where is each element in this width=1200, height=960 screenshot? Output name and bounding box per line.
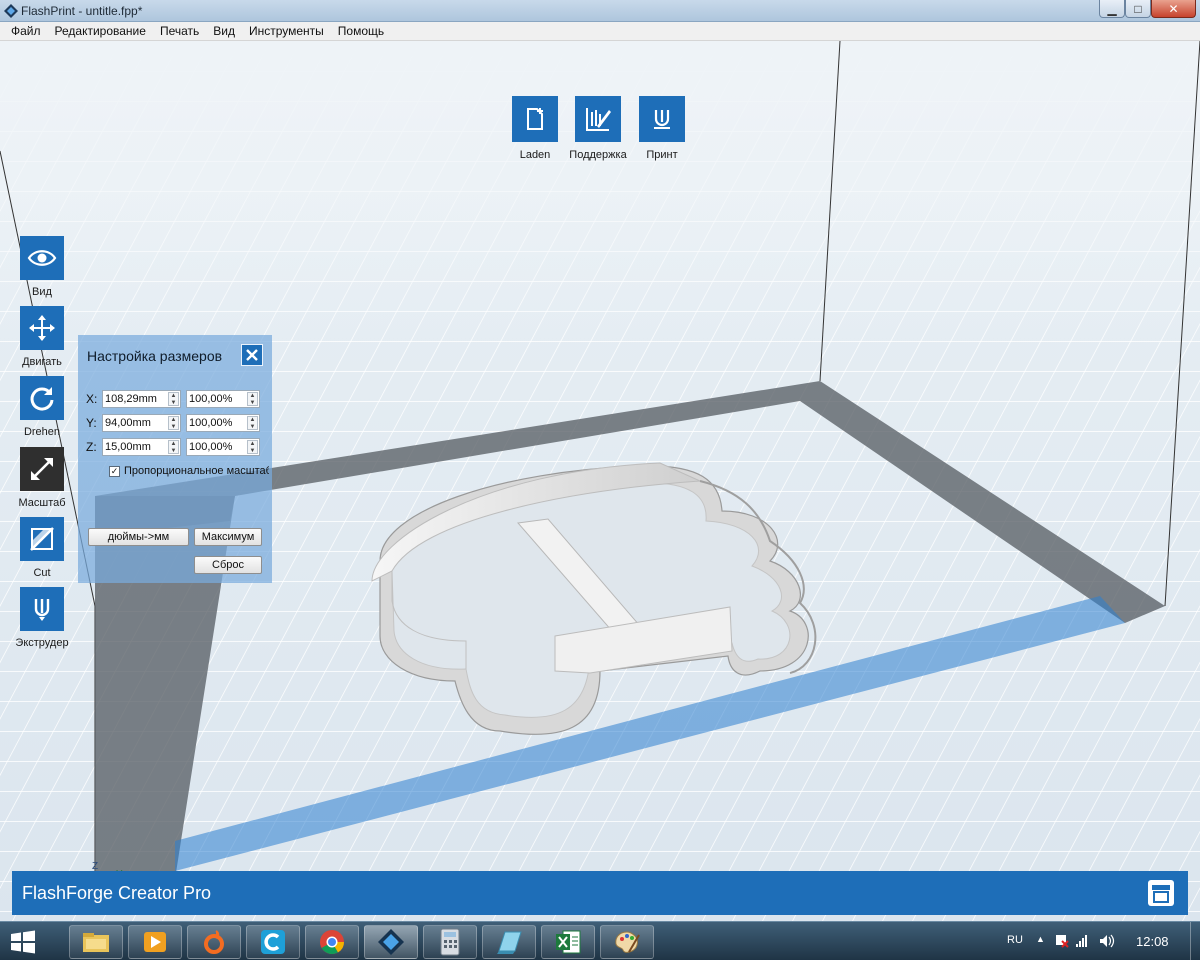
spinner-arrows-icon[interactable]: ▲ ▼ <box>168 440 179 454</box>
support-label: Поддержка <box>569 149 627 161</box>
size-x-input[interactable]: 108,29mm ▲ ▼ <box>102 390 181 408</box>
clock: 12:08 <box>1136 934 1169 949</box>
size-y-input[interactable]: 94,00mm ▲ ▼ <box>102 414 181 432</box>
axis-z-label: Z: <box>86 440 97 454</box>
support-button[interactable]: Поддержка <box>562 96 634 161</box>
paint-icon[interactable] <box>600 925 654 959</box>
3d-viewport[interactable]: Z Y X Laden Поддержка Принт Вид Двигать <box>0 41 1200 921</box>
spinner-arrows-icon[interactable]: ▲ ▼ <box>247 440 258 454</box>
scale-row-y: Y: 94,00mm ▲ ▼ 100,00% ▲ ▼ <box>86 414 266 432</box>
calculator-icon[interactable] <box>423 925 477 959</box>
support-icon <box>575 96 621 142</box>
percent-z-input[interactable]: 100,00% ▲ ▼ <box>186 438 260 456</box>
scale-tool-button[interactable]: Масштаб <box>14 447 70 509</box>
move-tool-button[interactable]: Двигать <box>14 306 70 368</box>
menu-file[interactable]: Файл <box>4 22 48 41</box>
scale-row-x: X: 108,29mm ▲ ▼ 100,00% ▲ ▼ <box>86 390 266 408</box>
proportional-label: Пропорциональное масштабирование <box>124 465 269 477</box>
volume-icon <box>1100 934 1115 948</box>
origin-icon[interactable] <box>187 925 241 959</box>
cut-tool-button[interactable]: Cut <box>14 517 70 579</box>
title-bar: FlashPrint - untitle.fpp* ▁ □ ✕ <box>0 0 1200 22</box>
printer-name: FlashForge Creator Pro <box>22 883 212 903</box>
view-tool-button[interactable]: Вид <box>14 236 70 298</box>
move-icon <box>20 306 64 350</box>
printer-icon[interactable] <box>1145 877 1177 909</box>
menu-tools[interactable]: Инструменты <box>242 22 331 41</box>
reset-button[interactable]: Сброс <box>194 556 262 574</box>
load-button[interactable]: Laden <box>499 96 571 161</box>
cut-tool-label: Cut <box>33 567 51 579</box>
notepad-icon[interactable] <box>482 925 536 959</box>
extruder-icon <box>20 587 64 631</box>
spinner-arrows-icon[interactable]: ▲ ▼ <box>168 416 179 430</box>
scale-panel-title: Настройка размеров <box>87 348 223 364</box>
print-button[interactable]: Принт <box>626 96 698 161</box>
maximum-button[interactable]: Максимум <box>194 528 262 546</box>
percent-y-input[interactable]: 100,00% ▲ ▼ <box>186 414 260 432</box>
size-z-input[interactable]: 15,00mm ▲ ▼ <box>102 438 181 456</box>
network-icon <box>1076 935 1087 947</box>
minimize-button[interactable]: ▁ <box>1099 0 1125 18</box>
axis-y-label: Y: <box>86 416 97 430</box>
show-desktop-button[interactable] <box>1190 922 1200 960</box>
printer-status-bar: FlashForge Creator Pro <box>12 871 1188 915</box>
move-tool-label: Двигать <box>22 356 62 368</box>
view-tool-label: Вид <box>32 286 52 298</box>
flashprint-logo-icon <box>4 4 18 18</box>
proportional-scale-option[interactable]: ✓ Пропорциональное масштабирование <box>109 464 269 480</box>
scale-panel: Настройка размеров X: 108,29mm ▲ ▼ 100,00… <box>78 335 272 583</box>
spinner-arrows-icon[interactable]: ▲ ▼ <box>247 392 258 406</box>
rotate-icon <box>20 376 64 420</box>
percent-x-input[interactable]: 100,00% ▲ ▼ <box>186 390 260 408</box>
scale-row-z: Z: 15,00mm ▲ ▼ 100,00% ▲ ▼ <box>86 438 266 456</box>
file-explorer-icon[interactable] <box>69 925 123 959</box>
excel-icon[interactable] <box>541 925 595 959</box>
rotate-tool-label: Drehen <box>23 426 61 438</box>
chrome-icon[interactable] <box>305 925 359 959</box>
axis-x-label: X: <box>86 392 98 406</box>
menu-bar: Файл Редактирование Печать Вид Инструмен… <box>0 22 1200 41</box>
load-file-icon <box>512 96 558 142</box>
scale-icon <box>20 447 64 491</box>
ccleaner-icon[interactable] <box>246 925 300 959</box>
menu-view[interactable]: Вид <box>206 22 242 41</box>
media-player-icon[interactable] <box>128 925 182 959</box>
windows-start-icon[interactable] <box>5 926 41 958</box>
spinner-arrows-icon[interactable]: ▲ ▼ <box>168 392 179 406</box>
flashprint-icon[interactable] <box>364 925 418 959</box>
action-center-icon <box>1056 935 1069 948</box>
scale-tool-label: Масштаб <box>18 497 66 509</box>
language-indicator[interactable]: RU <box>1007 934 1023 946</box>
extruder-tool-button[interactable]: Экструдер <box>14 587 70 649</box>
extruder-tool-label: Экструдер <box>15 637 69 649</box>
menu-help[interactable]: Помощь <box>331 22 391 41</box>
menu-edit[interactable]: Редактирование <box>48 22 153 41</box>
print-label: Принт <box>646 149 678 161</box>
inch-to-mm-button[interactable]: дюймы->мм <box>88 528 189 546</box>
window-title: FlashPrint - untitle.fpp* <box>21 4 143 18</box>
system-tray-icons[interactable] <box>1052 932 1120 950</box>
proportional-checkbox[interactable]: ✓ <box>109 466 120 477</box>
load-label: Laden <box>519 149 551 161</box>
close-panel-icon[interactable] <box>241 344 263 366</box>
print-icon <box>639 96 685 142</box>
eye-icon <box>20 236 64 280</box>
rotate-tool-button[interactable]: Drehen <box>14 376 70 438</box>
close-button[interactable]: ✕ <box>1151 0 1196 18</box>
maximize-button[interactable]: □ <box>1125 0 1151 18</box>
show-hidden-icons-icon[interactable]: ▲ <box>1036 934 1045 944</box>
cut-icon <box>20 517 64 561</box>
taskbar: RU ▲ 12:08 <box>0 921 1200 960</box>
menu-print[interactable]: Печать <box>153 22 206 41</box>
spinner-arrows-icon[interactable]: ▲ ▼ <box>247 416 258 430</box>
